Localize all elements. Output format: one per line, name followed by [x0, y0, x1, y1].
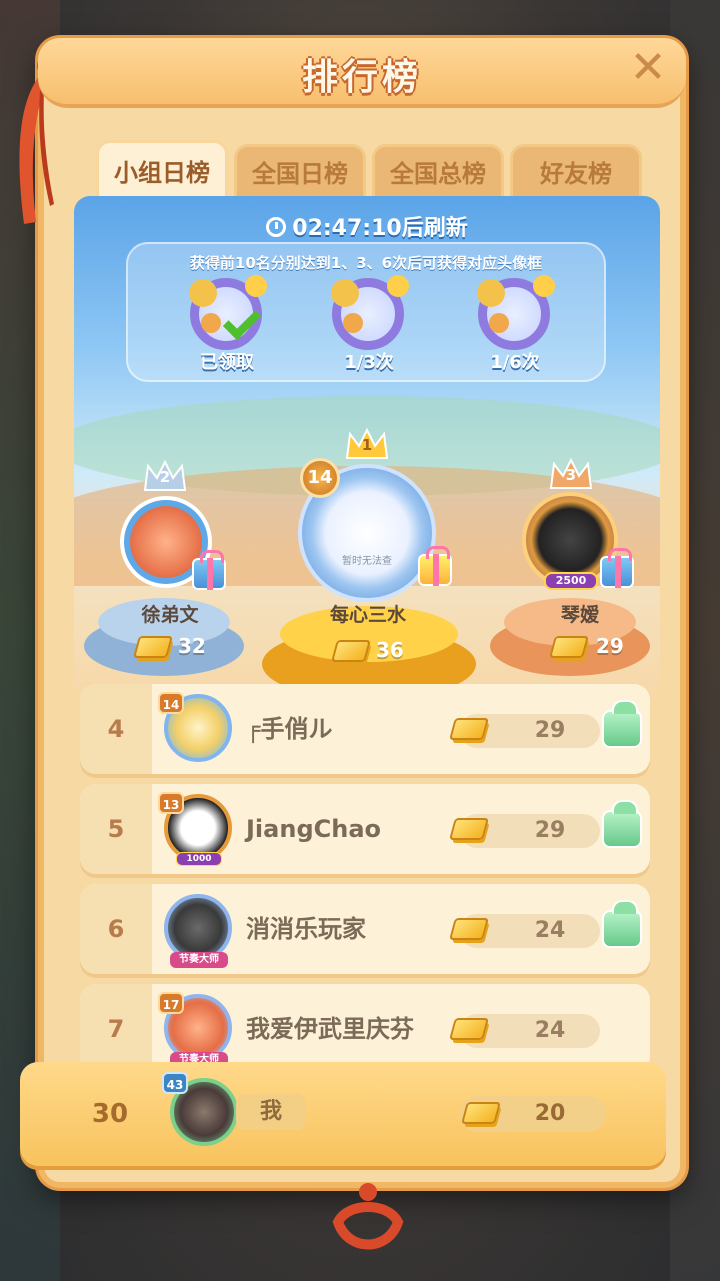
sun-icon [387, 275, 409, 297]
list-item[interactable]: 5 13 1000 JiangChao 29 [80, 784, 650, 874]
sun-icon [245, 275, 267, 297]
frame-reward-3-label: 1/6次 [490, 352, 540, 373]
list-item[interactable]: 6 节奏大师 消消乐玩家 24 [80, 884, 650, 974]
avatar-first-placeholder: 暂时无法查 [342, 556, 392, 567]
rank-number: 4 [107, 715, 125, 743]
rank-second: 2 [159, 468, 171, 486]
gold-icon [133, 636, 173, 658]
my-player-name: 我 [259, 1099, 282, 1124]
my-rank-number: 30 [91, 1099, 129, 1129]
frame-reward-1-label: 已领取 [200, 352, 254, 373]
gift-icon[interactable] [602, 900, 642, 948]
gift-icon-first[interactable] [418, 546, 452, 586]
gold-icon [461, 1102, 501, 1124]
score-first: 36 [376, 638, 404, 662]
player-name: JiangChao [246, 815, 381, 843]
tab-bar: 小组日榜 全国日榜 全国总榜 好友榜 [96, 140, 656, 198]
frame-badge-third: 2500 [544, 572, 598, 590]
avatar-frame-reward-3[interactable] [477, 275, 555, 350]
player-name: ╒手俏ル [246, 715, 333, 743]
score-value: 29 [534, 718, 566, 743]
gold-icon [449, 1018, 489, 1040]
rank-number: 5 [107, 815, 125, 843]
gift-icon[interactable] [602, 800, 642, 848]
gold-icon [331, 640, 371, 662]
check-icon [222, 301, 262, 341]
frame-badge: 节奏大师 [170, 952, 228, 968]
player-name-first: 每心三水 [329, 604, 406, 626]
player-name: 消消乐玩家 [246, 915, 366, 943]
close-icon: ✕ [629, 42, 667, 93]
tab-friends[interactable]: 好友榜 [510, 144, 642, 198]
gold-icon [449, 818, 489, 840]
gift-icon-third[interactable] [600, 548, 634, 588]
rank-first: 1 [361, 436, 373, 454]
my-score-value: 20 [534, 1101, 566, 1126]
gold-icon [449, 918, 489, 940]
my-rank-row[interactable]: 30 43 我 20 [20, 1062, 666, 1166]
flower-icon [189, 279, 217, 307]
score-value: 24 [534, 918, 566, 943]
gold-icon [449, 718, 489, 740]
my-level-badge: 43 [162, 1072, 188, 1094]
gold-icon [549, 636, 589, 658]
score-value: 24 [534, 1018, 566, 1043]
flower-icon [477, 279, 505, 307]
level-badge-first: 14 [300, 458, 340, 498]
frame-reward-2-label: 1/3次 [344, 352, 394, 373]
level-badge: 14 [158, 692, 184, 714]
refresh-timer: 02:47:10后刷新 [74, 210, 660, 242]
player-name-second: 徐弟文 [141, 604, 199, 626]
player-name: 我爱伊武里庆芬 [246, 1015, 414, 1043]
gift-icon[interactable] [602, 700, 642, 748]
ribbon-decoration-bottom [332, 1183, 404, 1250]
header-bar: 排行榜 ✕ [38, 38, 686, 108]
sun-icon [533, 275, 555, 297]
level-badge: 13 [158, 792, 184, 814]
flower-icon [331, 279, 359, 307]
leaderboard-stage: 02:47:10后刷新 获得前10名分别达到1、3、6次后可获得对应头像框 已领… [74, 196, 660, 700]
rank-third: 3 [565, 466, 577, 484]
rank-number: 6 [107, 915, 125, 943]
avatar-frame-reward-1[interactable] [189, 275, 267, 350]
gift-icon-second[interactable] [192, 550, 226, 590]
player-name-third: 琴嫒 [560, 604, 599, 626]
refresh-text: 02:47:10后刷新 [292, 216, 468, 241]
frame-badge: 1000 [176, 852, 222, 866]
leaderboard-panel: 排行榜 ✕ 小组日榜 全国日榜 全国总榜 好友榜 02:47:10后刷新 获得前… [19, 38, 686, 1250]
tab-national-daily[interactable]: 全国日榜 [234, 144, 366, 198]
clock-icon [266, 217, 287, 237]
avatar-frame-reward-2[interactable] [331, 275, 409, 350]
rank-number: 7 [107, 1015, 125, 1043]
frame-reward-box: 获得前10名分别达到1、3、6次后可获得对应头像框 已领取 1/3次 1/6次 [126, 242, 606, 382]
list-item[interactable]: 7 17 节奏大师 我爱伊武里庆芬 24 [80, 984, 650, 1074]
tab-national-total[interactable]: 全国总榜 [372, 144, 504, 198]
reward-description: 获得前10名分别达到1、3、6次后可获得对应头像框 [189, 254, 543, 272]
score-second: 32 [178, 634, 206, 658]
level-badge: 17 [158, 992, 184, 1014]
score-value: 29 [534, 818, 566, 843]
close-button[interactable]: ✕ [628, 46, 668, 90]
page-title: 排行榜 [301, 57, 422, 98]
list-item[interactable]: 4 14 ╒手俏ル 29 [80, 684, 650, 774]
score-third: 29 [596, 634, 624, 658]
tab-group-daily[interactable]: 小组日榜 [96, 140, 228, 198]
